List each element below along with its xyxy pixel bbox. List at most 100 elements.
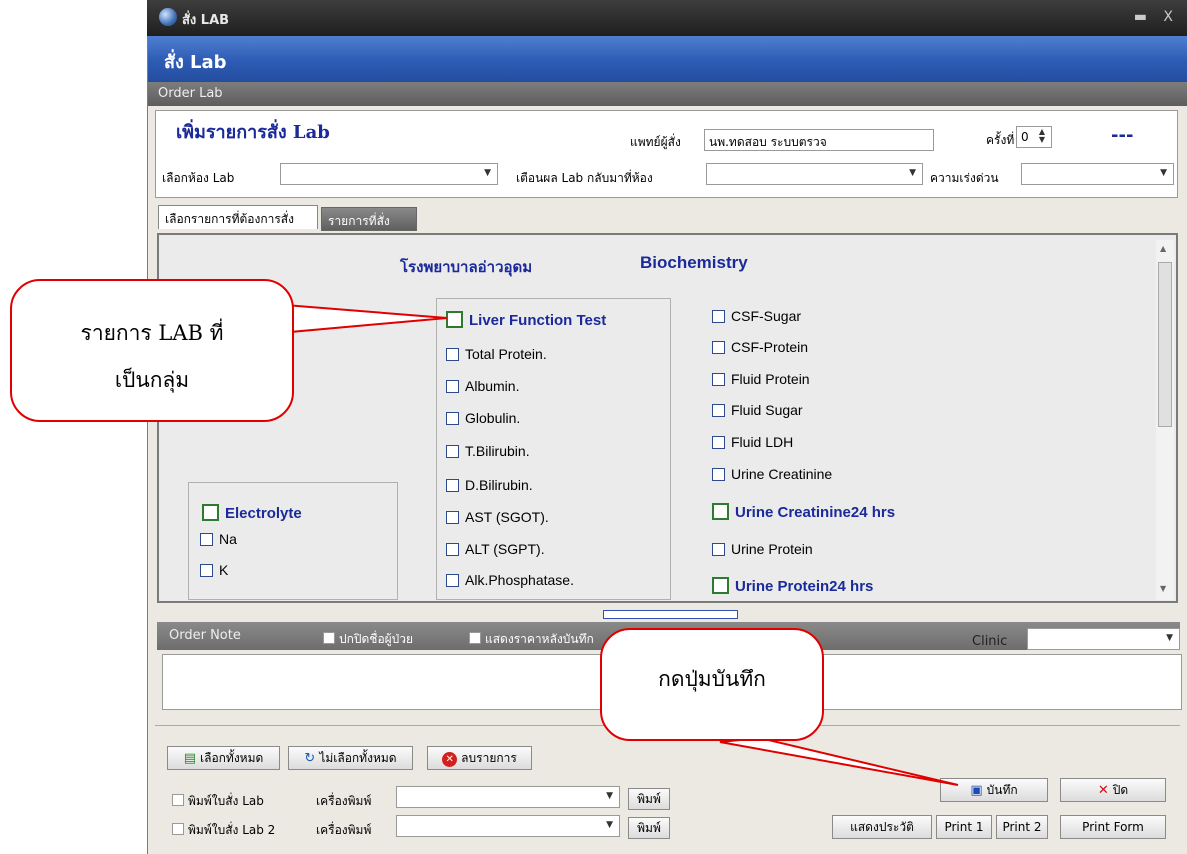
checkbox-icon[interactable]	[712, 373, 725, 386]
scroll-down-icon[interactable]: ▼	[1160, 584, 1166, 593]
select-all-button[interactable]: ▤ เลือกทั้งหมด	[167, 746, 280, 770]
lab-item[interactable]: Na	[200, 531, 237, 547]
tab-select-items[interactable]: เลือกรายการที่ต้องการสั่ง	[158, 205, 318, 229]
lab-item[interactable]: AST (SGOT).	[446, 509, 549, 525]
delete-items-button[interactable]: ✕ ลบรายการ	[427, 746, 532, 770]
window-controls[interactable]: ▬ X	[1134, 9, 1179, 25]
checkbox-icon[interactable]	[200, 564, 213, 577]
print2-button[interactable]: พิมพ์	[628, 817, 670, 839]
lab-item-label: CSF-Protein	[731, 339, 809, 355]
checkbox-icon[interactable]	[712, 436, 725, 449]
group-item-electrolyte[interactable]: Electrolyte	[202, 504, 302, 522]
checkbox-icon[interactable]	[712, 310, 725, 323]
lab-item[interactable]: T.Bilirubin.	[446, 443, 530, 459]
lab-item[interactable]: ALT (SGPT).	[446, 541, 545, 557]
hide-name-checkbox[interactable]: ปกปิดชื่อผู้ป่วย	[323, 630, 413, 649]
history-button[interactable]: แสดงประวัติ	[832, 815, 932, 839]
lab-item[interactable]: K	[200, 562, 228, 578]
group-label: Liver Function Test	[469, 312, 607, 329]
lab-item[interactable]: Total Protein.	[446, 346, 547, 362]
checkbox-icon[interactable]	[446, 412, 459, 425]
checkbox-icon[interactable]	[200, 533, 213, 546]
lab-item-label: Globulin.	[465, 410, 521, 426]
checkbox-icon[interactable]	[712, 404, 725, 417]
lab-item[interactable]: Fluid LDH	[712, 434, 793, 450]
lab-item[interactable]: D.Bilirubin.	[446, 477, 533, 493]
lab-item[interactable]: Alk.Phosphatase.	[446, 572, 574, 588]
save-button[interactable]: ▣ บันทึก	[940, 778, 1048, 802]
printer-select[interactable]: ▼	[396, 786, 620, 808]
print-button[interactable]: พิมพ์	[628, 788, 670, 810]
form-header: สั่ง Lab	[148, 36, 1187, 82]
lab-item[interactable]: Globulin.	[446, 410, 520, 426]
group-item-urine-creatinine24[interactable]: Urine Creatinine24 hrs	[712, 503, 895, 521]
lab-item[interactable]: Fluid Protein	[712, 371, 810, 387]
lab-item-label: Fluid Protein	[731, 371, 810, 387]
lab-item-label: T.Bilirubin.	[465, 443, 530, 459]
lab-item[interactable]: Urine Protein	[712, 541, 813, 557]
print1-button[interactable]: Print 1	[936, 815, 992, 839]
lab-item[interactable]: Urine Creatinine	[712, 466, 832, 482]
clinic-label: Clinic	[972, 634, 1008, 649]
save-label: บันทึก	[986, 783, 1018, 797]
checkbox-icon[interactable]	[446, 380, 459, 393]
show-price-checkbox[interactable]: แสดงราคาหลังบันทึก	[469, 630, 594, 649]
delete-label: ลบรายการ	[461, 751, 517, 765]
checkbox-icon[interactable]	[446, 445, 459, 458]
group-item-liver-function[interactable]: Liver Function Test	[446, 311, 606, 329]
group-label: Electrolyte	[225, 505, 302, 522]
lab-item[interactable]: CSF-Protein	[712, 339, 808, 355]
checkbox-icon[interactable]	[446, 348, 459, 361]
scroll-up-icon[interactable]: ▲	[1160, 244, 1166, 253]
checkbox-icon[interactable]	[446, 311, 463, 328]
group-label: Urine Creatinine24 hrs	[735, 504, 896, 521]
checkbox-icon[interactable]	[323, 632, 335, 644]
clinic-select[interactable]: ▼	[1027, 628, 1180, 650]
checkbox-icon[interactable]	[469, 632, 481, 644]
lab-item[interactable]: CSF-Sugar	[712, 308, 801, 324]
floppy-disk-icon: ▣	[970, 783, 983, 798]
order-form-panel: เพิ่มรายการสั่ง Lab แพทย์ผู้สั่ง นพ.ทดสอ…	[155, 110, 1178, 198]
times-stepper[interactable]: 0 ▲ ▼	[1016, 126, 1052, 148]
checkbox-icon[interactable]	[446, 543, 459, 556]
checkbox-icon[interactable]	[712, 341, 725, 354]
stepper-arrows-icon[interactable]: ▲ ▼	[1039, 128, 1045, 144]
checkbox-icon[interactable]	[712, 577, 729, 594]
lab-item[interactable]: Albumin.	[446, 378, 519, 394]
checkbox-icon[interactable]	[446, 479, 459, 492]
vertical-scrollbar[interactable]: ▲ ▼	[1156, 240, 1174, 600]
print-order-checkbox[interactable]: พิมพ์ใบสั่ง Lab	[172, 792, 264, 811]
print-order2-checkbox[interactable]: พิมพ์ใบสั่ง Lab 2	[172, 821, 275, 840]
doctor-field[interactable]: นพ.ทดสอบ ระบบตรวจ	[704, 129, 934, 151]
urgency-select[interactable]: ▼	[1021, 163, 1174, 185]
return-room-select[interactable]: ▼	[706, 163, 923, 185]
deselect-all-label: ไม่เลือกทั้งหมด	[319, 751, 397, 765]
checkbox-icon[interactable]	[172, 794, 184, 806]
close-button[interactable]: ✕ ปิด	[1060, 778, 1166, 802]
select-all-label: เลือกทั้งหมด	[199, 751, 264, 765]
deselect-all-button[interactable]: ↻ ไม่เลือกทั้งหมด	[288, 746, 413, 770]
order-lab-label: Order Lab	[158, 86, 223, 101]
lab-item[interactable]: Fluid Sugar	[712, 402, 803, 418]
checkbox-icon[interactable]	[172, 823, 184, 835]
lab-item-label: CSF-Sugar	[731, 308, 802, 324]
group-item-urine-protein24[interactable]: Urine Protein24 hrs	[712, 577, 873, 595]
tab-ordered-items[interactable]: รายการที่สั่ง	[321, 207, 417, 231]
lab-item-label: Urine Protein	[731, 541, 813, 557]
checkbox-icon[interactable]	[202, 504, 219, 521]
section-title: Biochemistry	[640, 253, 748, 272]
checkbox-icon[interactable]	[712, 543, 725, 556]
checkbox-icon[interactable]	[446, 574, 459, 587]
checkbox-icon[interactable]	[712, 503, 729, 520]
checkbox-icon[interactable]	[712, 468, 725, 481]
window-titlebar[interactable]: สั่ง LAB ▬ X	[147, 0, 1187, 36]
scrollbar-thumb[interactable]	[1158, 262, 1172, 427]
splitter-handle[interactable]	[603, 610, 738, 619]
checkbox-icon[interactable]	[446, 511, 459, 524]
printer2-select[interactable]: ▼	[396, 815, 620, 837]
lab-room-select[interactable]: ▼	[280, 163, 498, 185]
print-form-button[interactable]: Print Form	[1060, 815, 1166, 839]
chevron-down-icon: ▼	[606, 791, 613, 801]
print2-form-button[interactable]: Print 2	[996, 815, 1048, 839]
hide-name-label: ปกปิดชื่อผู้ป่วย	[339, 632, 414, 646]
